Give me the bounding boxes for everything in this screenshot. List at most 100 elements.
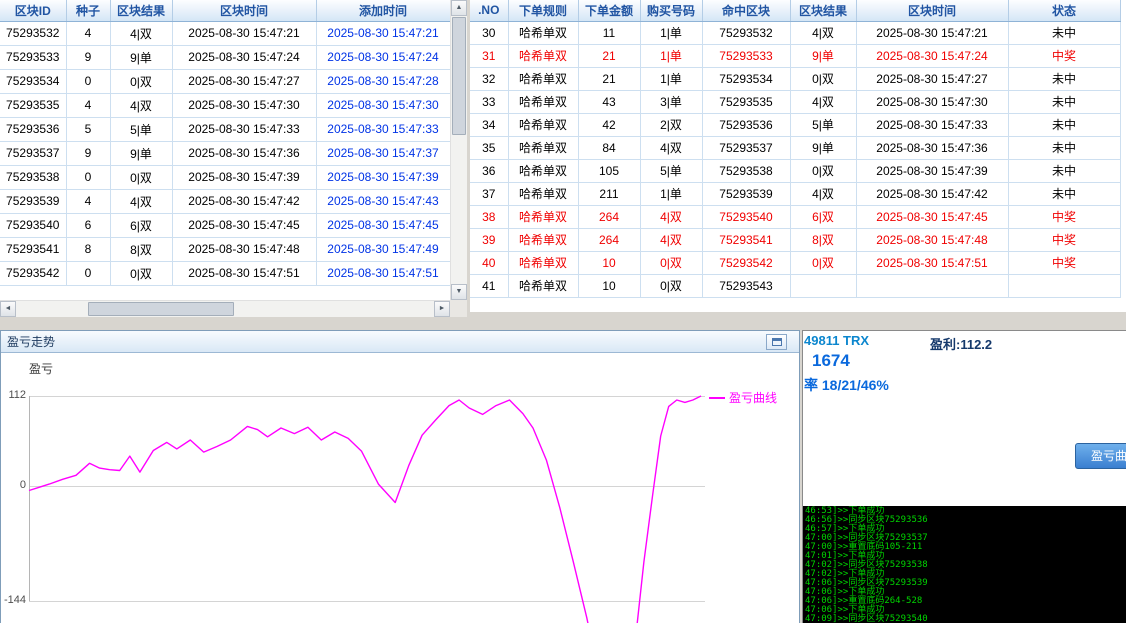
table-cell: 9|单	[790, 44, 856, 67]
table-cell: 2025-08-30 15:47:43	[316, 189, 450, 213]
table-row[interactable]: 7529353399|单2025-08-30 15:47:242025-08-3…	[0, 45, 450, 69]
table-row[interactable]: 7529353655|单2025-08-30 15:47:332025-08-3…	[0, 117, 450, 141]
window-titlebar[interactable]: 盈亏走势	[1, 331, 799, 353]
table-cell: 211	[578, 182, 640, 205]
column-header[interactable]: 区块结果	[790, 0, 856, 21]
table-cell: 未中	[1008, 21, 1120, 44]
column-header[interactable]: 下单金额	[578, 0, 640, 21]
column-header[interactable]: 区块ID	[0, 0, 66, 21]
table-cell: 0|双	[790, 159, 856, 182]
table-cell: 8	[66, 237, 110, 261]
scroll-left-button[interactable]: ◄	[0, 301, 16, 317]
column-header[interactable]: 购买号码	[640, 0, 702, 21]
table-row[interactable]: 7529353400|双2025-08-30 15:47:272025-08-3…	[0, 69, 450, 93]
scroll-down-button[interactable]: ▼	[451, 284, 467, 300]
table-row[interactable]: 7529353800|双2025-08-30 15:47:392025-08-3…	[0, 165, 450, 189]
vertical-scrollbar-thumb[interactable]	[452, 17, 466, 135]
table-cell: 3|单	[640, 90, 702, 113]
table-row[interactable]: 7529353799|单2025-08-30 15:47:362025-08-3…	[0, 141, 450, 165]
scroll-right-button[interactable]: ►	[434, 301, 450, 317]
win-rate-value: 率 18/21/46%	[804, 375, 889, 395]
table-row[interactable]: 40哈希单双100|双752935420|双2025-08-30 15:47:5…	[470, 251, 1120, 274]
table-row[interactable]: 7529353544|双2025-08-30 15:47:302025-08-3…	[0, 93, 450, 117]
table-row[interactable]: 32哈希单双211|单752935340|双2025-08-30 15:47:2…	[470, 67, 1120, 90]
table-cell: 43	[578, 90, 640, 113]
table-cell: 10	[578, 251, 640, 274]
table-cell: 2025-08-30 15:47:39	[172, 165, 316, 189]
table-cell: 36	[470, 159, 508, 182]
table-cell: 0|双	[640, 251, 702, 274]
horizontal-scrollbar-thumb[interactable]	[88, 302, 234, 316]
table-cell: 未中	[1008, 182, 1120, 205]
table-cell: 37	[470, 182, 508, 205]
table-cell	[1008, 274, 1120, 297]
column-header[interactable]: 状态	[1008, 0, 1120, 21]
table-cell: 4	[66, 21, 110, 45]
table-row[interactable]: 35哈希单双844|双752935379|单2025-08-30 15:47:3…	[470, 136, 1120, 159]
table-cell: 2025-08-30 15:47:27	[856, 67, 1008, 90]
table-cell: 75293536	[702, 113, 790, 136]
legend-label: 盈亏曲线	[729, 389, 777, 406]
blocks-horizontal-scrollbar[interactable]: ◄ ►	[0, 300, 450, 317]
table-cell: 1|单	[640, 44, 702, 67]
table-cell: 75293538	[702, 159, 790, 182]
table-cell: 264	[578, 205, 640, 228]
column-header[interactable]: 种子	[66, 0, 110, 21]
table-cell: 0	[66, 261, 110, 285]
column-header[interactable]: 下单规则	[508, 0, 578, 21]
table-cell: 35	[470, 136, 508, 159]
column-header[interactable]: 命中区块	[702, 0, 790, 21]
column-header[interactable]: 区块时间	[856, 0, 1008, 21]
table-row[interactable]: 7529354200|双2025-08-30 15:47:512025-08-3…	[0, 261, 450, 285]
table-cell: 哈希单双	[508, 205, 578, 228]
table-cell: 39	[470, 228, 508, 251]
window-icon	[772, 338, 782, 346]
window-control-button[interactable]	[766, 334, 787, 350]
table-row[interactable]: 7529353244|双2025-08-30 15:47:212025-08-3…	[0, 21, 450, 45]
table-cell: 33	[470, 90, 508, 113]
profit-curve-button[interactable]: 盈亏曲线	[1075, 443, 1126, 469]
table-row[interactable]: 31哈希单双211|单752935339|单2025-08-30 15:47:2…	[470, 44, 1120, 67]
table-cell: 哈希单双	[508, 251, 578, 274]
table-cell: 2025-08-30 15:47:33	[316, 117, 450, 141]
table-cell: 2025-08-30 15:47:30	[172, 93, 316, 117]
scrollbar-corner	[450, 300, 467, 317]
table-cell: 2025-08-30 15:47:39	[316, 165, 450, 189]
table-cell: 哈希单双	[508, 182, 578, 205]
table-cell: 2025-08-30 15:47:48	[856, 228, 1008, 251]
blocks-vertical-scrollbar[interactable]: ▲ ▼	[450, 0, 467, 300]
table-row[interactable]: 36哈希单双1055|单752935380|双2025-08-30 15:47:…	[470, 159, 1120, 182]
table-cell: 9	[66, 45, 110, 69]
table-row[interactable]: 34哈希单双422|双752935365|单2025-08-30 15:47:3…	[470, 113, 1120, 136]
table-row[interactable]: 37哈希单双2111|单752935394|双2025-08-30 15:47:…	[470, 182, 1120, 205]
table-row[interactable]: 30哈希单双111|单752935324|双2025-08-30 15:47:2…	[470, 21, 1120, 44]
profit-chart: 盈亏 112 0 -144 盈亏曲线	[1, 353, 799, 623]
table-cell: 未中	[1008, 113, 1120, 136]
log-console[interactable]: 46:53]>>下单成功46:56]>>同步区块7529353646:57]>>…	[803, 506, 1126, 623]
table-row[interactable]: 7529354066|双2025-08-30 15:47:452025-08-3…	[0, 213, 450, 237]
scroll-up-button[interactable]: ▲	[451, 0, 467, 16]
table-cell: 4|双	[110, 189, 172, 213]
table-cell: 1|单	[640, 182, 702, 205]
table-cell: 2025-08-30 15:47:42	[172, 189, 316, 213]
table-row[interactable]: 38哈希单双2644|双752935406|双2025-08-30 15:47:…	[470, 205, 1120, 228]
table-row[interactable]: 7529353944|双2025-08-30 15:47:422025-08-3…	[0, 189, 450, 213]
table-row[interactable]: 39哈希单双2644|双752935418|双2025-08-30 15:47:…	[470, 228, 1120, 251]
column-header[interactable]: .NO	[470, 0, 508, 21]
table-cell: 2025-08-30 15:47:51	[172, 261, 316, 285]
table-cell: 32	[470, 67, 508, 90]
table-cell: 5|单	[640, 159, 702, 182]
table-row[interactable]: 33哈希单双433|单752935354|双2025-08-30 15:47:3…	[470, 90, 1120, 113]
column-header[interactable]: 区块时间	[172, 0, 316, 21]
table-cell: 84	[578, 136, 640, 159]
log-line: 47:09]>>同步区块75293540	[805, 615, 1126, 623]
table-cell: 2025-08-30 15:47:42	[856, 182, 1008, 205]
column-header[interactable]: 添加时间	[316, 0, 450, 21]
table-cell: 未中	[1008, 67, 1120, 90]
table-row[interactable]: 7529354188|双2025-08-30 15:47:482025-08-3…	[0, 237, 450, 261]
table-row[interactable]: 41哈希单双100|双75293543	[470, 274, 1120, 297]
table-cell: 2025-08-30 15:47:36	[856, 136, 1008, 159]
table-cell: 2|双	[640, 113, 702, 136]
column-header[interactable]: 区块结果	[110, 0, 172, 21]
table-cell: 1|单	[640, 21, 702, 44]
